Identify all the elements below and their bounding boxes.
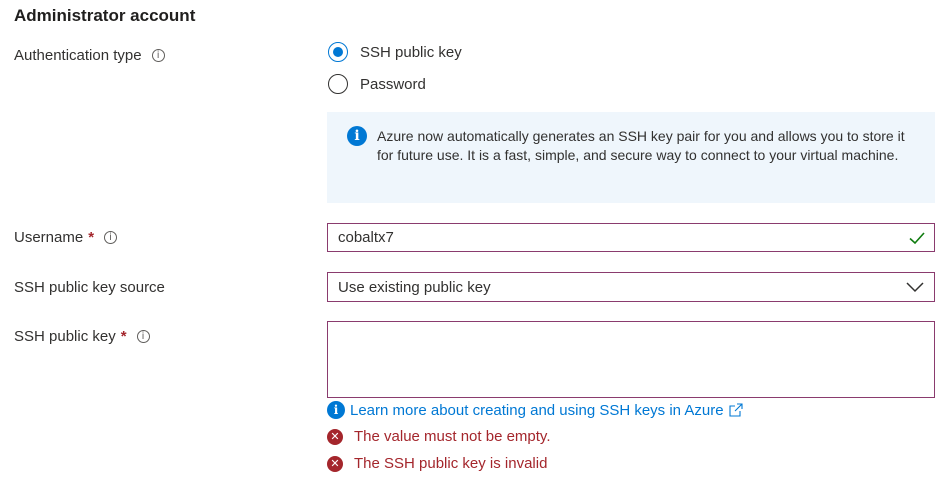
username-label-row: Username * i (14, 229, 118, 246)
required-asterisk: * (88, 229, 95, 246)
external-link-icon (729, 403, 743, 417)
learn-more-text[interactable]: Learn more about creating and using SSH … (350, 402, 724, 419)
key-source-selected: Use existing public key (338, 279, 491, 296)
error-message: ✕ The SSH public key is invalid (327, 455, 547, 472)
info-circle-icon[interactable]: i (104, 231, 118, 244)
info-message-box: i Azure now automatically generates an S… (327, 112, 935, 203)
radio-label: SSH public key (360, 43, 462, 61)
info-circle-icon[interactable]: i (151, 49, 165, 62)
radio-password[interactable]: Password (328, 74, 426, 94)
error-icon: ✕ (327, 455, 343, 472)
error-message: ✕ The value must not be empty. (327, 428, 551, 445)
username-label: Username (14, 229, 84, 246)
info-filled-icon: i (327, 401, 345, 419)
error-icon: ✕ (327, 428, 343, 445)
key-source-label: SSH public key source (14, 279, 165, 296)
error-text: The SSH public key is invalid (354, 455, 548, 472)
checkmark-icon (909, 232, 925, 245)
radio-checked-icon[interactable] (328, 42, 348, 62)
info-message-text: Azure now automatically generates an SSH… (377, 128, 905, 163)
section-title: Administrator account (14, 6, 196, 25)
public-key-textarea-box[interactable] (327, 321, 935, 398)
username-input[interactable] (338, 229, 898, 246)
radio-label: Password (360, 75, 426, 93)
public-key-label: SSH public key (14, 328, 116, 345)
public-key-textarea[interactable] (338, 328, 924, 379)
auth-type-label-row: Authentication type i (14, 47, 165, 64)
chevron-down-icon (906, 282, 924, 293)
error-text: The value must not be empty. (354, 428, 551, 445)
key-source-label-row: SSH public key source (14, 279, 165, 296)
info-circle-icon[interactable]: i (136, 330, 150, 343)
required-asterisk: * (120, 328, 127, 345)
radio-unchecked-icon[interactable] (328, 74, 348, 94)
auth-type-label: Authentication type (14, 47, 142, 64)
public-key-label-row: SSH public key * i (14, 328, 150, 345)
radio-ssh-public-key[interactable]: SSH public key (328, 42, 462, 62)
learn-more-link[interactable]: i Learn more about creating and using SS… (327, 401, 743, 419)
username-input-box[interactable] (327, 223, 935, 252)
info-filled-icon: i (347, 126, 367, 146)
key-source-dropdown[interactable]: Use existing public key (327, 272, 935, 302)
